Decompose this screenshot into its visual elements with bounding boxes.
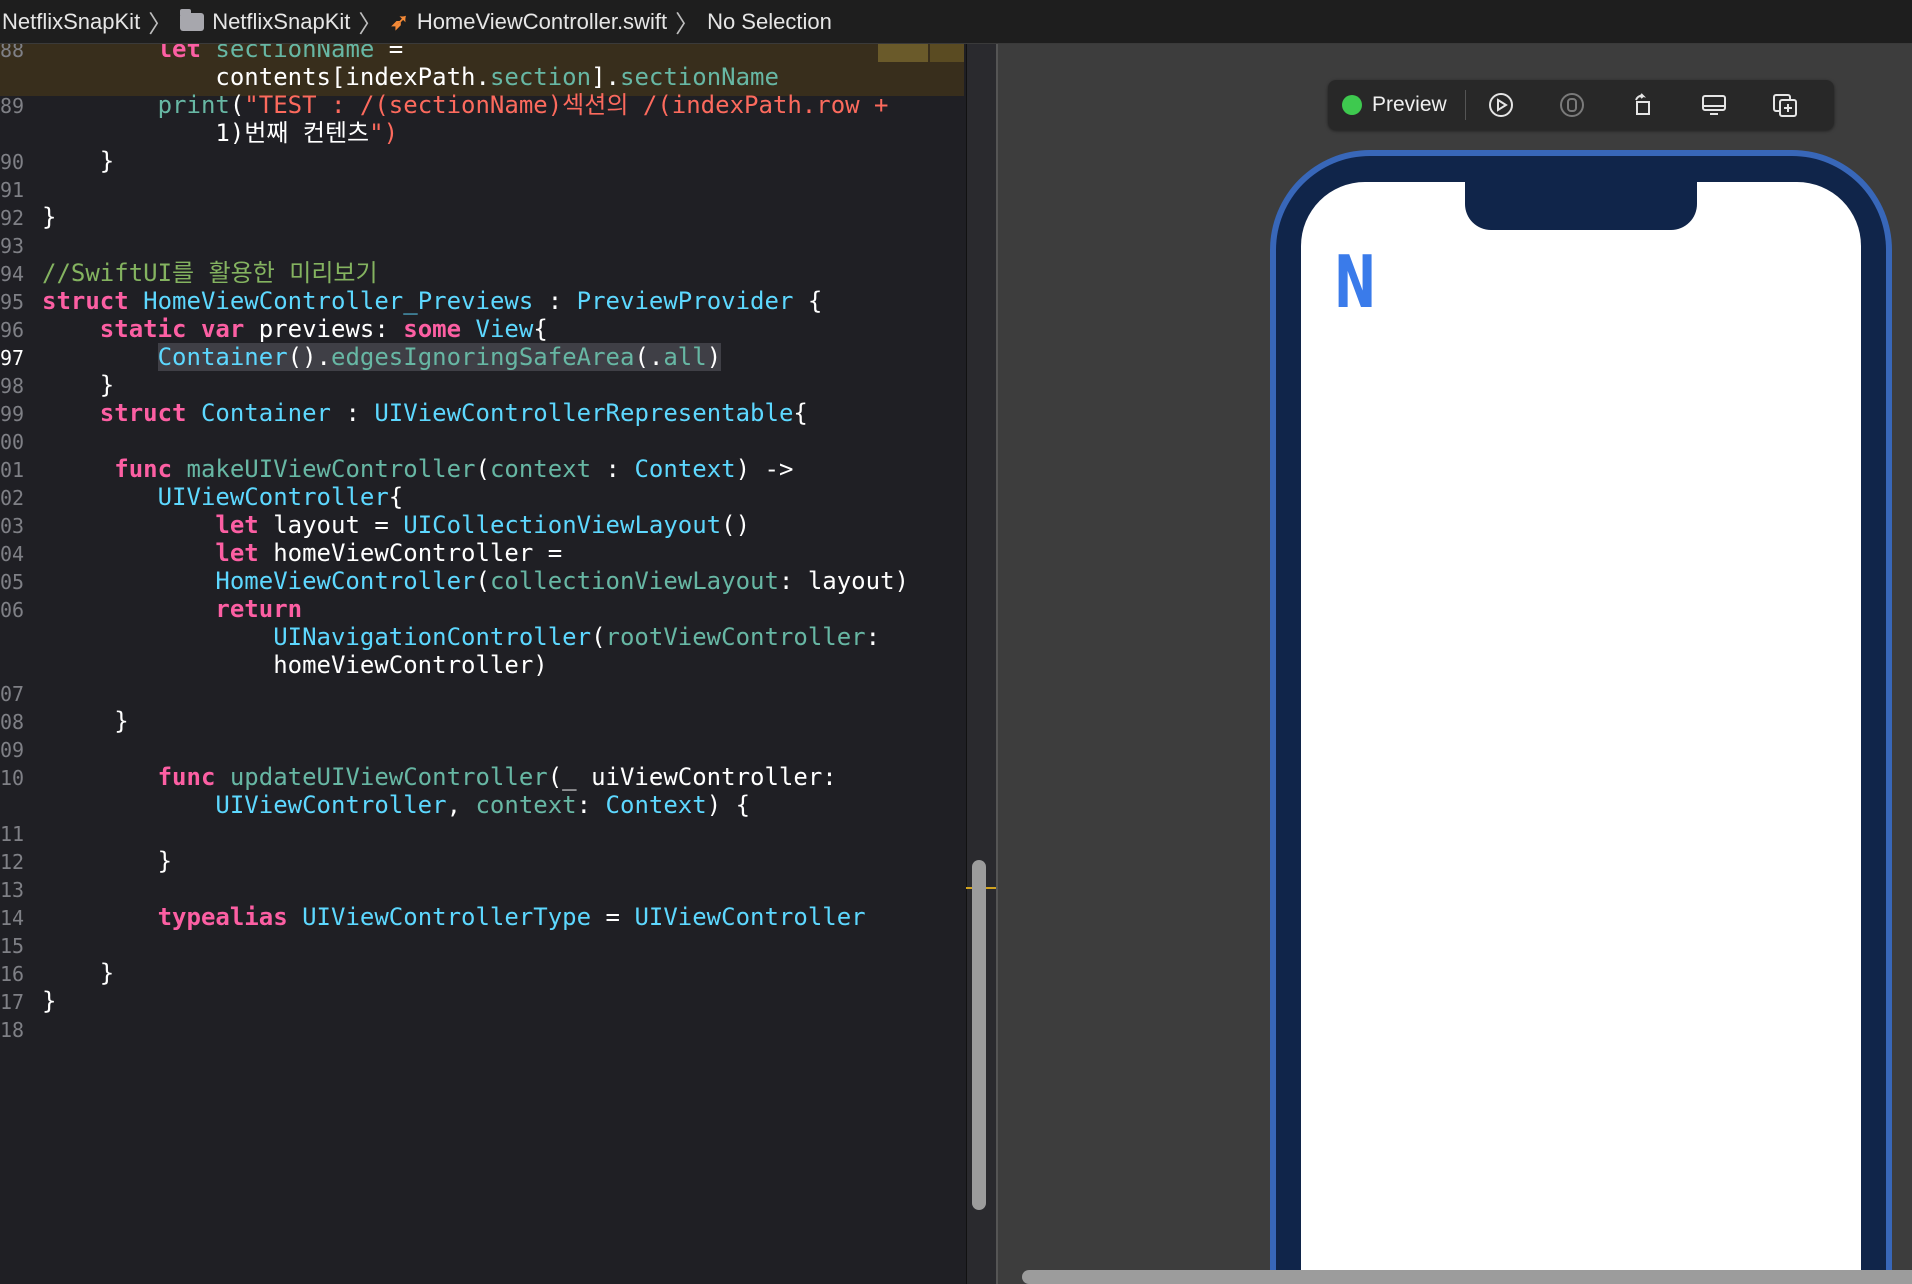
- line-number: 13: [0, 878, 25, 902]
- canvas-horizontal-scrollbar[interactable]: [1022, 1270, 1912, 1284]
- preview-label: Preview: [1372, 93, 1447, 116]
- live-play-icon: [1489, 93, 1514, 117]
- line-number: 03: [0, 514, 25, 538]
- line-number: 02: [0, 486, 25, 510]
- breadcrumb-folder[interactable]: NetflixSnapKit: [180, 8, 351, 35]
- chevron-right-icon: 〉: [148, 11, 173, 38]
- device-settings-button[interactable]: [1679, 80, 1750, 130]
- code-line[interactable]: }: [42, 200, 56, 234]
- selectable-icon: [1560, 93, 1585, 117]
- code-editor[interactable]: 88 89 90 91 92 93 94 95 96 97 98 99 00 01 02 03 04 05 06 07…: [0, 44, 964, 1284]
- breadcrumb-project[interactable]: NetflixSnapKit: [2, 9, 140, 35]
- preview-toolbar: Preview: [1328, 80, 1834, 130]
- code-line[interactable]: }: [42, 984, 56, 1018]
- line-number: 93: [0, 234, 25, 258]
- breadcrumb-selection[interactable]: No Selection: [707, 9, 832, 35]
- code-line[interactable]: struct Container : UIViewControllerRepre…: [42, 396, 808, 430]
- line-number: 18: [0, 1018, 25, 1042]
- breadcrumb-file[interactable]: ➶ HomeViewController.swift: [390, 9, 667, 35]
- line-number: 89: [0, 94, 25, 118]
- chevron-right-icon: 〉: [675, 11, 700, 38]
- breadcrumb-file-label: HomeViewController.swift: [416, 8, 668, 34]
- line-number: 91: [0, 178, 25, 202]
- live-play-button[interactable]: [1466, 80, 1537, 130]
- device-notch: [1465, 182, 1697, 230]
- line-number: 97: [0, 346, 25, 370]
- line-number: 10: [0, 766, 25, 790]
- breadcrumb-folder-label: NetflixSnapKit: [212, 8, 351, 34]
- app-logo[interactable]: N: [1334, 246, 1376, 318]
- rotate-icon: [1635, 93, 1651, 115]
- line-number: 98: [0, 374, 25, 398]
- selectable-button[interactable]: [1537, 80, 1608, 130]
- line-number: 17: [0, 990, 25, 1014]
- line-number: 08: [0, 710, 25, 734]
- line-number: 11: [0, 822, 25, 846]
- line-number: 00: [0, 430, 25, 454]
- line-number: 15: [0, 934, 25, 958]
- preview-button[interactable]: Preview: [1328, 93, 1465, 117]
- code-line[interactable]: }: [42, 144, 114, 178]
- code-line[interactable]: UIViewController, context: Context) {: [42, 788, 750, 822]
- code-line[interactable]: typealias UIViewControllerType = UIViewC…: [42, 900, 866, 934]
- line-number: 92: [0, 206, 25, 230]
- line-number-gutter: 88 89 90 91 92 93 94 95 96 97 98 99 00 01 02 03 04 05 06 07…: [0, 44, 42, 1284]
- line-number: 99: [0, 402, 25, 426]
- line-number: 16: [0, 962, 25, 986]
- line-number: 95: [0, 290, 25, 314]
- line-number: 94: [0, 262, 25, 286]
- line-number: 96: [0, 318, 25, 342]
- code-line[interactable]: }: [42, 704, 128, 738]
- warning-icon[interactable]: [878, 44, 928, 62]
- line-number: 01: [0, 458, 25, 482]
- line-number: 12: [0, 850, 25, 874]
- device-settings-icon: [1702, 95, 1727, 115]
- line-number: 88: [0, 44, 25, 62]
- line-number: 05: [0, 570, 25, 594]
- code-line[interactable]: homeViewController): [42, 648, 548, 682]
- chevron-right-icon: 〉: [358, 11, 383, 38]
- editor-scrollbar-thumb[interactable]: [972, 860, 986, 1210]
- code-line[interactable]: }: [42, 844, 172, 878]
- folder-icon: [180, 8, 205, 31]
- status-dot: [1342, 95, 1362, 115]
- warning-count-badge[interactable]: [930, 44, 964, 62]
- rotate-button[interactable]: [1608, 80, 1679, 130]
- line-number: 14: [0, 906, 25, 930]
- duplicate-icon: [1773, 94, 1798, 117]
- duplicate-button[interactable]: [1750, 80, 1821, 130]
- line-number: 09: [0, 738, 25, 762]
- code-line[interactable]: Container().edgesIgnoringSafeArea(.all): [42, 340, 722, 374]
- line-number: 07: [0, 682, 25, 706]
- line-number: 04: [0, 542, 25, 566]
- breadcrumb: NetflixSnapKit 〉 NetflixSnapKit 〉 ➶ Home…: [0, 0, 1912, 44]
- swift-icon: ➶: [390, 8, 409, 34]
- line-number: 06: [0, 598, 25, 622]
- line-number: 90: [0, 150, 25, 174]
- device-screen[interactable]: [1301, 182, 1861, 1284]
